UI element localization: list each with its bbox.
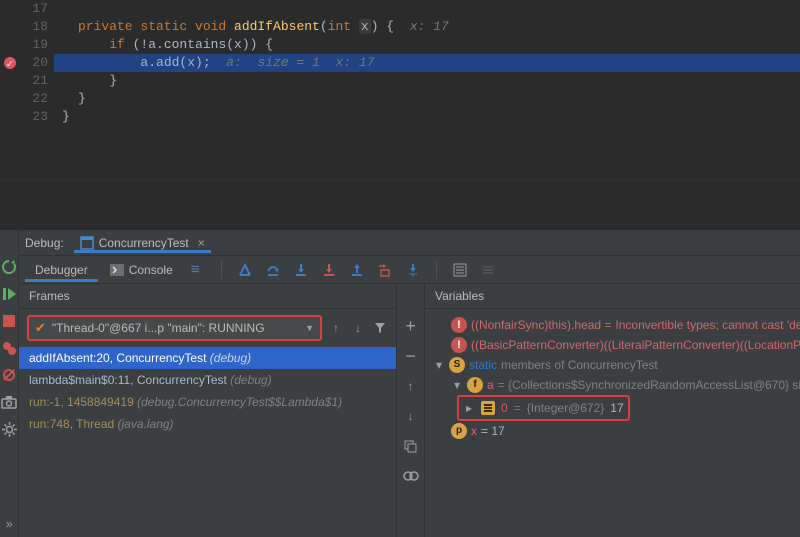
add-watch-icon[interactable]: + <box>403 318 419 334</box>
debug-left-toolbar <box>0 230 19 537</box>
variables-title: Variables <box>425 284 800 309</box>
error-icon: ! <box>451 317 467 333</box>
line-number: 19 <box>0 36 48 54</box>
variables-pane: Variables ! ((NonfairSync)this).head = I… <box>425 284 800 537</box>
variable-row[interactable]: ▾ f a = {Collections$SynchronizedRandomA… <box>433 375 800 395</box>
close-icon[interactable]: × <box>198 236 205 250</box>
line-number: 23 <box>0 108 48 126</box>
frames-title: Frames <box>19 284 396 309</box>
array-element-icon <box>481 401 495 415</box>
parameter-icon: p <box>451 423 467 439</box>
force-step-into-icon[interactable] <box>320 261 338 279</box>
variables-toolbar: + − ↑ ↓ <box>397 284 425 537</box>
view-breakpoints-icon[interactable] <box>0 339 18 357</box>
frame-item[interactable]: run:748, Thread (java.lang) <box>19 413 396 435</box>
run-config-tab[interactable]: ConcurrencyTest × <box>74 234 211 252</box>
error-icon: ! <box>451 337 467 353</box>
step-toolbar <box>217 261 497 279</box>
application-icon <box>80 236 94 250</box>
run-to-cursor-icon[interactable] <box>404 261 422 279</box>
static-icon: S <box>449 357 465 373</box>
step-out-icon[interactable] <box>348 261 366 279</box>
show-watches-icon[interactable] <box>403 468 419 484</box>
filter-icon[interactable] <box>372 320 388 336</box>
line-number: 17 <box>0 0 48 18</box>
show-execution-point-icon[interactable] <box>236 261 254 279</box>
move-down-icon[interactable]: ↓ <box>403 408 419 424</box>
frames-pane: Frames ✔ "Thread-0"@667 i...p "main": RU… <box>19 284 397 537</box>
line-number: 21 <box>0 72 48 90</box>
drop-frame-icon[interactable] <box>376 261 394 279</box>
move-up-icon[interactable]: ↑ <box>403 378 419 394</box>
debug-tabs: Debugger Console ≡ <box>19 256 800 284</box>
stop-icon[interactable] <box>0 312 18 330</box>
debug-header: Debug: ConcurrencyTest × <box>19 230 800 256</box>
check-icon: ✔ <box>35 320 46 336</box>
debug-tool-window: Debug: ConcurrencyTest × Debugger Consol… <box>0 230 800 537</box>
code-editor[interactable]: 17 18 19 20 21 22 23 private static void… <box>0 0 800 180</box>
thread-selector[interactable]: ✔ "Thread-0"@667 i...p "main": RUNNING ▼ <box>27 315 322 341</box>
frame-item[interactable]: addIfAbsent:20, ConcurrencyTest (debug) <box>19 347 396 369</box>
field-icon: f <box>467 377 483 393</box>
line-number: 20 <box>0 54 48 72</box>
console-icon <box>110 264 124 276</box>
mute-breakpoints-icon[interactable] <box>0 366 18 384</box>
code-area[interactable]: private static void addIfAbsent(int x) {… <box>54 0 800 179</box>
camera-icon[interactable] <box>0 393 18 411</box>
caret-right-icon[interactable]: ▸ <box>463 398 475 418</box>
trace-current-stream-chain-icon[interactable] <box>479 261 497 279</box>
variable-row[interactable]: ▾ S static members of ConcurrencyTest <box>433 355 800 375</box>
step-over-icon[interactable] <box>264 261 282 279</box>
remove-watch-icon[interactable]: − <box>403 348 419 364</box>
tab-console[interactable]: Console <box>100 259 183 281</box>
prev-frame-icon[interactable]: ↑ <box>328 320 344 336</box>
caret-down-icon[interactable]: ▾ <box>433 355 445 375</box>
line-number: 22 <box>0 90 48 108</box>
evaluate-expression-icon[interactable] <box>451 261 469 279</box>
variable-row[interactable]: ! ((BasicPatternConverter)((LiteralPatte… <box>433 335 800 355</box>
frames-list: addIfAbsent:20, ConcurrencyTest (debug) … <box>19 347 396 537</box>
chevron-down-icon: ▼ <box>305 323 314 333</box>
highlighted-variable: ▸ 0 = {Integer@672} 17 <box>457 395 630 421</box>
settings-icon[interactable] <box>0 420 18 438</box>
frame-item[interactable]: lambda$main$0:11, ConcurrencyTest (debug… <box>19 369 396 391</box>
step-into-icon[interactable] <box>292 261 310 279</box>
rerun-icon[interactable] <box>0 258 18 276</box>
gutter: 17 18 19 20 21 22 23 <box>0 0 54 179</box>
expand-icon[interactable]: » <box>6 517 13 531</box>
line-number: 18 <box>0 18 48 36</box>
frame-item[interactable]: run:-1, 1458849419 (debug.ConcurrencyTes… <box>19 391 396 413</box>
variables-tree[interactable]: ! ((NonfairSync)this).head = Inconvertib… <box>425 309 800 447</box>
caret-down-icon[interactable]: ▾ <box>451 375 463 395</box>
variable-row[interactable]: ▸ 0 = {Integer@672} 17 <box>433 395 800 421</box>
tab-debugger[interactable]: Debugger <box>25 259 98 281</box>
duplicate-watch-icon[interactable] <box>403 438 419 454</box>
variable-row[interactable]: p x = 17 <box>433 421 800 441</box>
breakpoint-icon[interactable] <box>4 57 16 69</box>
debug-label: Debug: <box>25 236 64 250</box>
variable-row[interactable]: ! ((NonfairSync)this).head = Inconvertib… <box>433 315 800 335</box>
next-frame-icon[interactable]: ↓ <box>350 320 366 336</box>
resume-icon[interactable] <box>0 285 18 303</box>
